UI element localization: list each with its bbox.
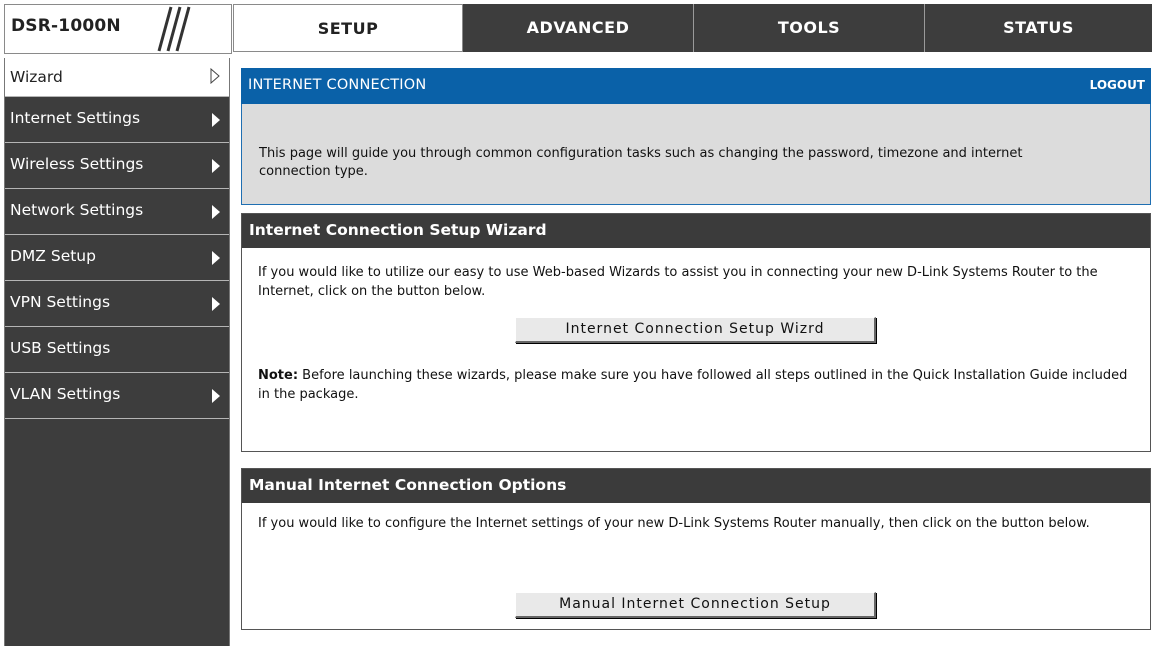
tab-status[interactable]: STATUS [925, 4, 1152, 52]
sidebar-item-wireless-settings[interactable]: Wireless Settings [5, 143, 229, 189]
sidebar-item-label: Network Settings [10, 201, 144, 219]
triangle-right-icon [212, 389, 220, 403]
model-name: DSR-1000N [11, 16, 121, 36]
note-text: Before launching these wizards, please m… [258, 368, 1128, 402]
section-title: Manual Internet Connection Options [249, 476, 567, 494]
internet-connection-setup-wizard-button[interactable]: Internet Connection Setup Wizrd [515, 317, 876, 343]
triangle-right-icon [212, 205, 220, 219]
sidebar-item-wizard[interactable]: Wizard [5, 58, 229, 97]
model-logo-box: DSR-1000N [4, 4, 232, 54]
sidebar-item-label: DMZ Setup [10, 247, 96, 265]
note-label: Note: [258, 368, 299, 383]
sidebar-item-vpn-settings[interactable]: VPN Settings [5, 281, 229, 327]
tab-setup[interactable]: SETUP [233, 4, 463, 52]
section-header: Manual Internet Connection Options [242, 469, 1150, 503]
sidebar-item-label: USB Settings [10, 339, 111, 357]
logout-link[interactable]: LOGOUT [1090, 78, 1145, 92]
top-navigation-bar: DSR-1000N SETUP ADVANCED TOOLS STATUS [0, 0, 1152, 56]
page-header: INTERNET CONNECTION LOGOUT [241, 68, 1151, 104]
triangle-right-outline-icon [210, 68, 220, 84]
wizard-description: If you would like to utilize our easy to… [258, 265, 1098, 299]
manual-description: If you would like to configure the Inter… [258, 516, 1090, 531]
sidebar-item-label: VLAN Settings [10, 385, 121, 403]
tab-advanced[interactable]: ADVANCED [463, 4, 694, 52]
sidebar-item-dmz-setup[interactable]: DMZ Setup [5, 235, 229, 281]
triangle-right-icon [212, 297, 220, 311]
triple-slash-icon [157, 6, 191, 52]
sidebar-item-label: Wizard [10, 68, 63, 86]
sidebar: Wizard Internet Settings Wireless Settin… [4, 58, 230, 646]
triangle-right-icon [212, 251, 220, 265]
sidebar-item-label: Wireless Settings [10, 155, 144, 173]
manual-section: Manual Internet Connection Options If yo… [241, 468, 1151, 630]
section-title: Internet Connection Setup Wizard [249, 221, 547, 239]
page-title: INTERNET CONNECTION [248, 77, 427, 93]
triangle-right-icon [212, 159, 220, 173]
tab-tools[interactable]: TOOLS [694, 4, 925, 52]
sidebar-item-network-settings[interactable]: Network Settings [5, 189, 229, 235]
triangle-right-icon [212, 113, 220, 127]
sidebar-item-internet-settings[interactable]: Internet Settings [5, 97, 229, 143]
sidebar-item-vlan-settings[interactable]: VLAN Settings [5, 373, 229, 419]
sidebar-item-usb-settings[interactable]: USB Settings [5, 327, 229, 373]
wizard-note: Note: Before launching these wizards, pl… [258, 366, 1138, 404]
manual-internet-connection-setup-button[interactable]: Manual Internet Connection Setup [515, 592, 876, 618]
wizard-section: Internet Connection Setup Wizard If you … [241, 213, 1151, 452]
sidebar-item-label: Internet Settings [10, 109, 141, 127]
page-description-box: This page will guide you through common … [241, 104, 1151, 205]
page-description: This page will guide you through common … [259, 146, 1023, 179]
sidebar-item-label: VPN Settings [10, 293, 111, 311]
section-header: Internet Connection Setup Wizard [242, 214, 1150, 248]
